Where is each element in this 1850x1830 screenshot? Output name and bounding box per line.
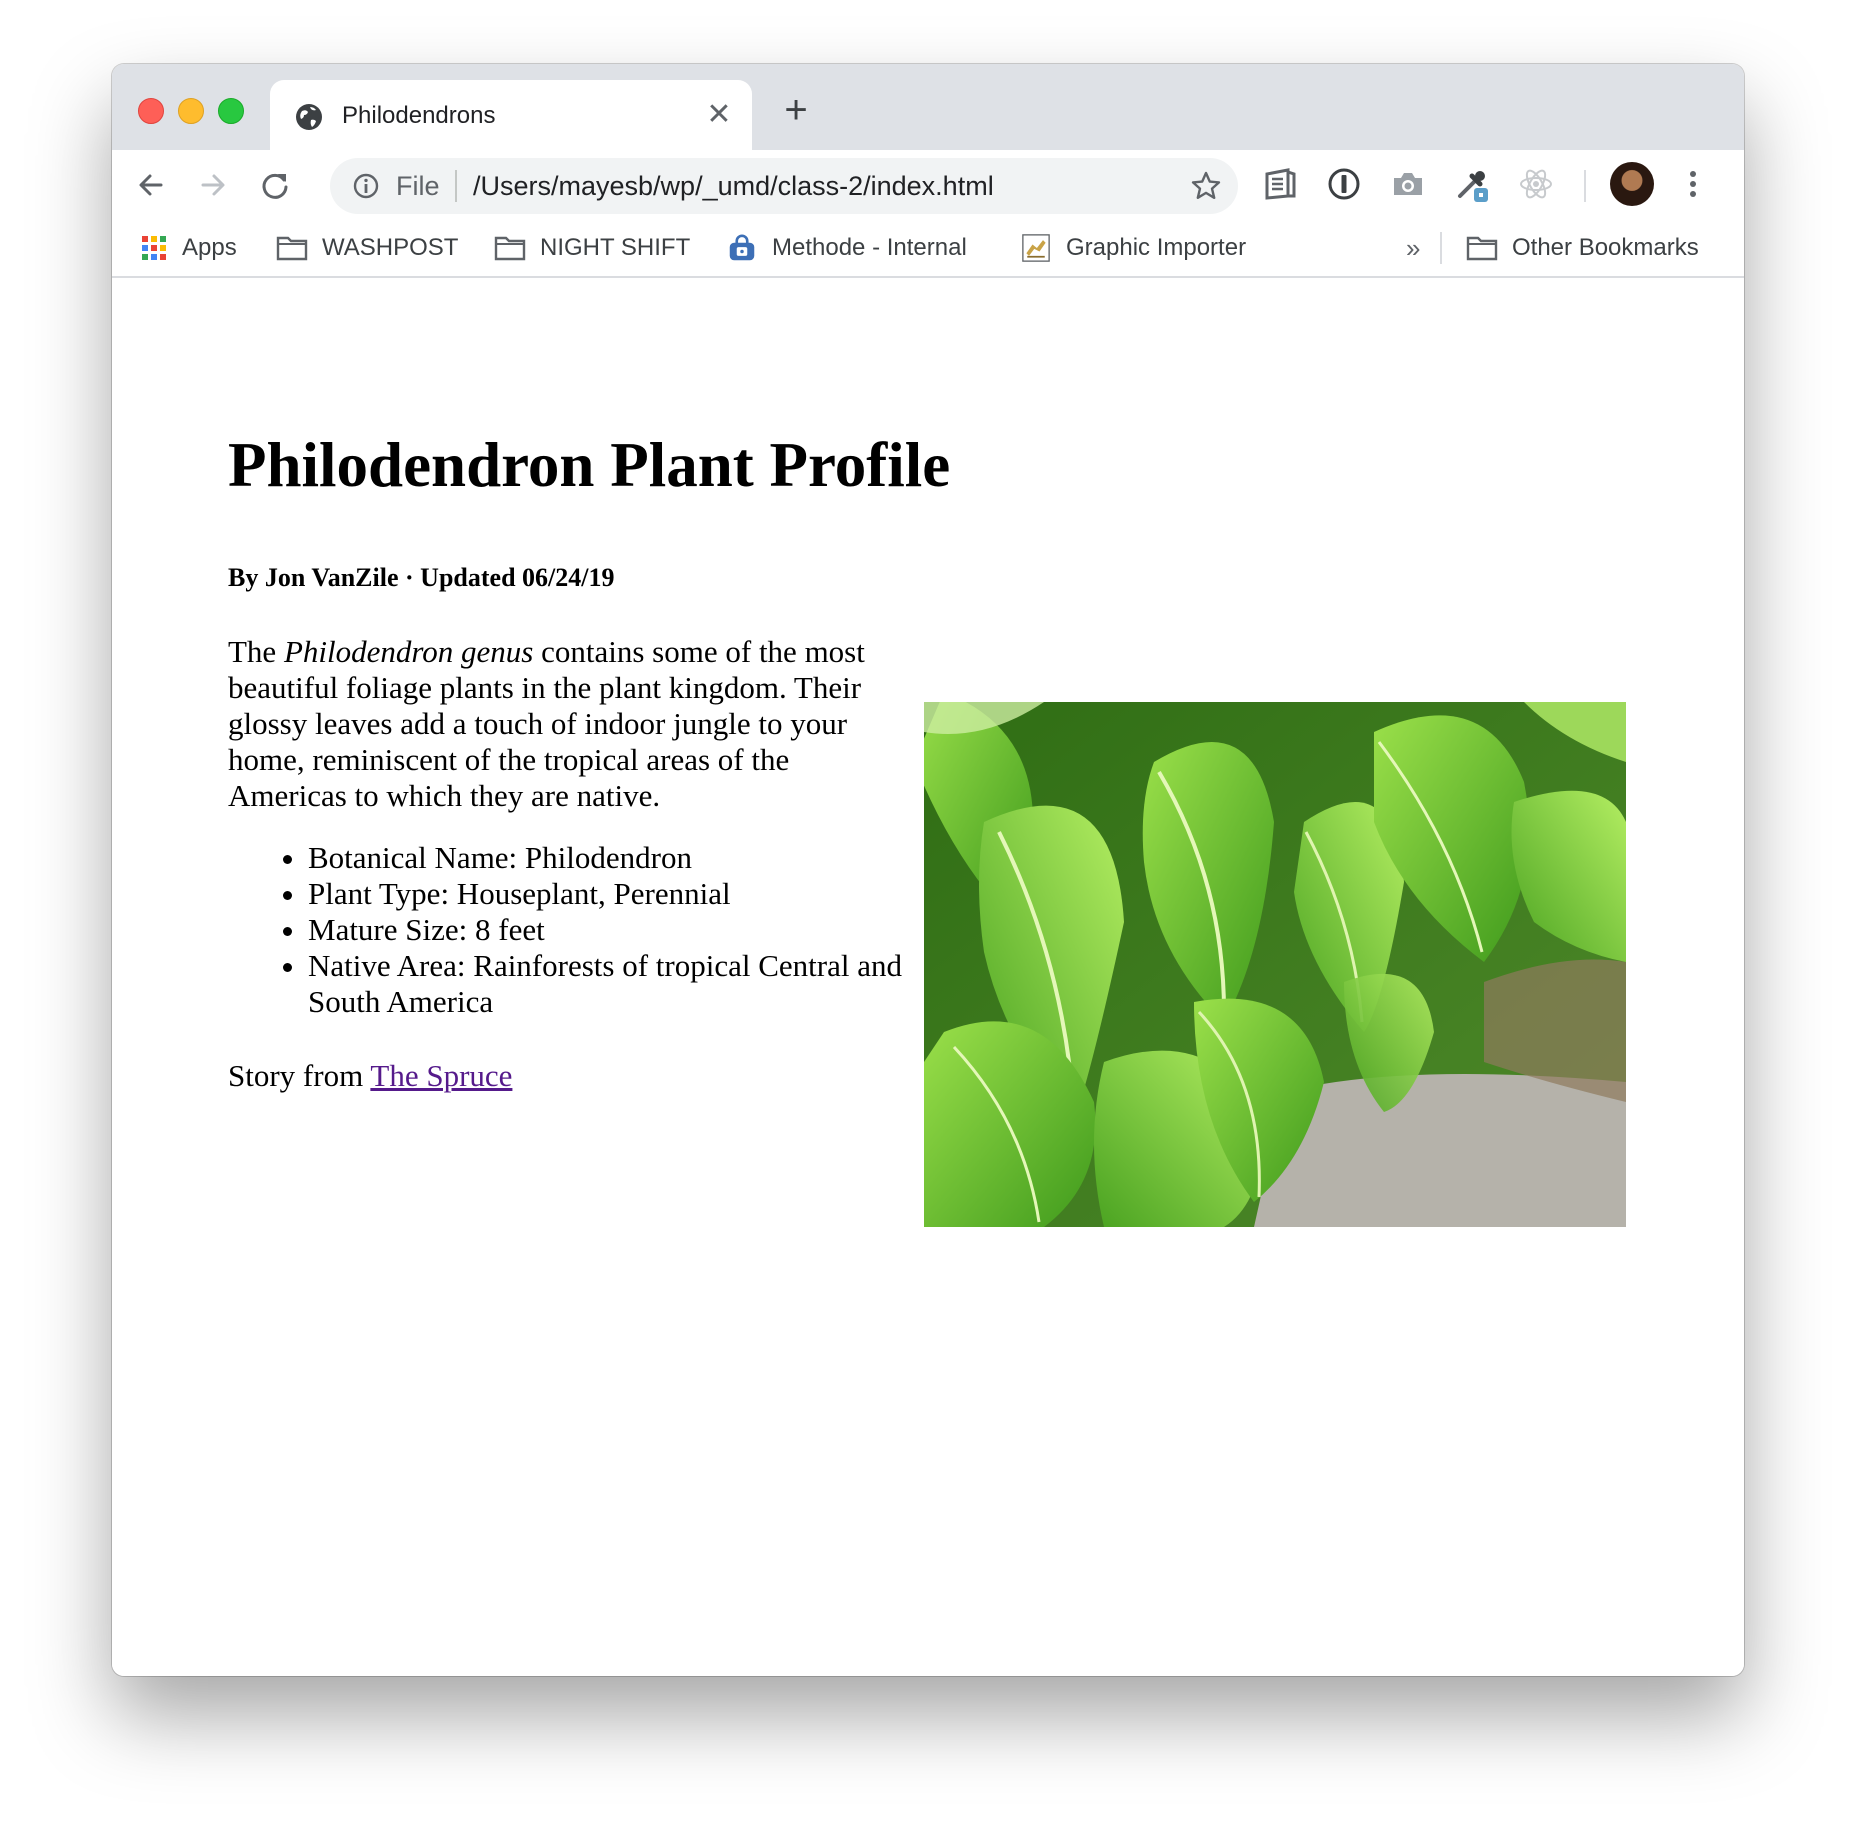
bookmark-other-bookmarks[interactable]: Other Bookmarks [1466,230,1699,266]
eyedropper-icon[interactable] [1454,166,1490,202]
story-source: Story from The Spruce [228,1058,512,1094]
page-content: Philodendron Plant Profile By Jon VanZil… [112,278,1744,1676]
forward-icon[interactable] [194,166,232,204]
intro-emphasis: Philodendron genus [283,634,534,669]
info-icon[interactable] [352,172,380,200]
url-text[interactable]: /Users/mayesb/wp/_umd/class-2/index.html [473,168,994,204]
folder-icon [494,236,526,261]
folder-icon [1466,236,1498,261]
omnibox-divider [455,170,457,202]
more-menu-icon[interactable] [1686,166,1700,202]
lock-badge-icon [729,234,755,261]
bookmark-washpost[interactable]: WASHPOST [276,230,458,266]
close-window-button[interactable] [138,98,164,124]
minimize-window-button[interactable] [178,98,204,124]
intro-text: The [228,634,284,669]
source-link[interactable]: The Spruce [370,1058,512,1093]
address-bar[interactable]: File /Users/mayesb/wp/_umd/class-2/index… [330,158,1238,214]
camera-icon[interactable] [1390,166,1426,202]
star-icon[interactable] [1190,170,1222,202]
reload-icon[interactable] [256,166,294,204]
extensions-divider [1584,170,1586,202]
bookmarks-bar: Apps WASHPOST NIGHT SHIFT Methode - Inte… [112,220,1744,278]
password-manager-icon[interactable] [1326,166,1362,202]
bookmark-graphic-importer[interactable]: Graphic Importer [1020,230,1246,266]
list-item: Native Area: Rainforests of tropical Cen… [308,948,980,1020]
folder-icon [276,236,308,261]
new-tab-button[interactable]: + [776,90,816,132]
tab-close-icon[interactable]: ✕ [704,100,734,130]
bookmark-label: Apps [182,234,237,261]
tab-philodendrons[interactable]: Philodendrons ✕ [270,80,752,150]
bookmark-label: Graphic Importer [1066,234,1247,261]
react-devtools-icon[interactable] [1518,166,1554,202]
bookmark-night-shift[interactable]: NIGHT SHIFT [494,230,690,266]
plant-facts-list: Botanical Name: Philodendron Plant Type:… [228,840,980,1020]
toolbar: File /Users/mayesb/wp/_umd/class-2/index… [112,150,1744,220]
tab-strip: Philodendrons ✕ + [112,64,1744,150]
bookmarks-divider [1440,232,1442,264]
bookmark-label: WASHPOST [322,234,459,261]
tab-title: Philodendrons [342,102,496,129]
page-title: Philodendron Plant Profile [228,430,951,500]
source-prefix: Story from [228,1058,371,1093]
apps-grid-icon [142,236,166,260]
byline: By Jon VanZile · Updated 06/24/19 [228,563,615,592]
scheme-label: File [396,171,440,201]
bookmark-label: NIGHT SHIFT [540,234,691,261]
intro-paragraph: The Philodendron genus contains some of … [228,634,900,814]
philodendron-photo [924,702,1626,1227]
browser-window: Philodendrons ✕ + File /Users/mayesb/wp/… [112,64,1744,1676]
bookmarks-overflow-button[interactable]: » [1406,230,1420,266]
globe-icon [296,104,322,130]
reader-extension-icon[interactable] [1262,166,1298,202]
back-icon[interactable] [132,166,170,204]
bookmark-apps[interactable]: Apps [140,230,237,266]
zoom-window-button[interactable] [218,98,244,124]
bookmark-label: Other Bookmarks [1512,234,1699,261]
importer-favicon [1022,234,1050,262]
profile-avatar[interactable] [1610,162,1654,206]
bookmark-methode-internal[interactable]: Methode - Internal [726,230,967,266]
list-item: Plant Type: Houseplant, Perennial [308,876,980,912]
list-item: Botanical Name: Philodendron [308,840,980,876]
bookmark-label: Methode - Internal [772,234,967,261]
list-item: Mature Size: 8 feet [308,912,980,948]
